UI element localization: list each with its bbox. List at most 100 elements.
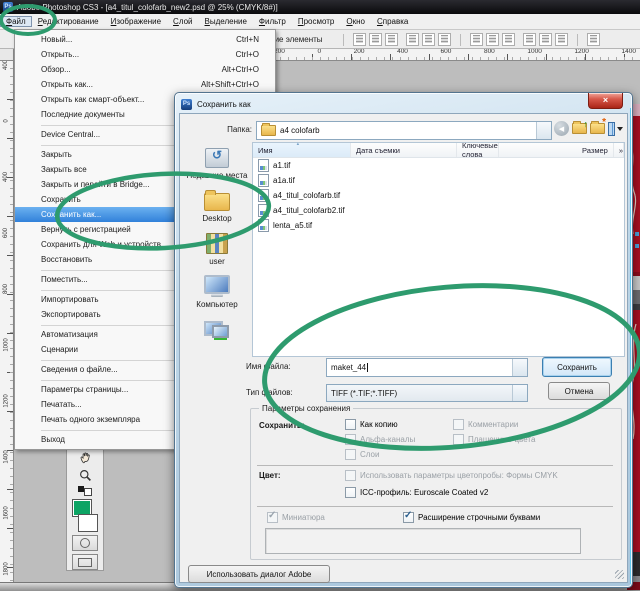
- file-row[interactable]: a1.tif: [253, 158, 624, 173]
- resize-grip[interactable]: [615, 570, 624, 579]
- new-folder-button[interactable]: *: [590, 121, 605, 136]
- places-bar-item[interactable]: Desktop: [202, 189, 231, 223]
- checkbox-row[interactable]: Комментарии: [453, 417, 535, 432]
- file-row[interactable]: a1a.tif: [253, 173, 624, 188]
- vertical-ruler-labels: 400040060080010001200140016001800: [0, 62, 13, 572]
- places-bar-item[interactable]: user: [204, 232, 230, 266]
- options-bar-icon[interactable]: [523, 33, 536, 46]
- options-bar-icon[interactable]: [470, 33, 483, 46]
- folder-dropdown-value: a4 colofarb: [280, 126, 536, 135]
- checkbox-icon: [345, 470, 356, 481]
- chevron-down-icon[interactable]: [512, 385, 527, 401]
- chevron-down-icon[interactable]: [536, 122, 551, 139]
- menu-bar-item[interactable]: Выделение: [199, 16, 253, 27]
- checkbox-icon: [267, 512, 278, 523]
- folder-icon: [261, 125, 276, 136]
- column-header-label: Размер: [582, 146, 608, 155]
- options-bar-icon[interactable]: [539, 33, 552, 46]
- menu-bar-item[interactable]: Справка: [371, 16, 414, 27]
- checkbox-row[interactable]: Альфа-каналы: [345, 432, 415, 447]
- options-bar-icon[interactable]: [502, 33, 515, 46]
- zoom-tool-button[interactable]: [77, 468, 93, 484]
- place-label: Компьютер: [196, 300, 237, 309]
- column-header[interactable]: Имя▴: [253, 143, 351, 157]
- checkbox-row[interactable]: Использовать параметры цветопробы: Формы…: [345, 467, 558, 484]
- ruler-label: 0: [4, 119, 10, 122]
- checkbox-label: Комментарии: [468, 420, 518, 429]
- ruler-label: 600: [3, 228, 9, 238]
- quick-mask-mode-button[interactable]: [72, 535, 98, 551]
- options-bar-icon[interactable]: [555, 33, 568, 46]
- menu-bar-item[interactable]: Просмотр: [292, 16, 341, 27]
- place-label: Desktop: [202, 214, 231, 223]
- menu-item-shortcut: Alt+Ctrl+O: [222, 65, 259, 74]
- column-header[interactable]: Размер: [499, 143, 614, 157]
- file-row[interactable]: a4_titul_colofarb2.tif: [253, 203, 624, 218]
- checkbox-row[interactable]: ICC-профиль: Euroscale Coated v2: [345, 484, 558, 501]
- checkbox-row[interactable]: Миниатюра: [267, 510, 403, 525]
- menu-bar-item[interactable]: Фильтр: [253, 16, 292, 27]
- menu-bar-item[interactable]: Окно: [340, 16, 371, 27]
- folder-dropdown[interactable]: a4 colofarb: [256, 121, 552, 140]
- options-bar-icon[interactable]: [438, 33, 451, 46]
- menu-bar-item[interactable]: Слой: [167, 16, 198, 27]
- file-menu-item[interactable]: Обзор... Alt+Ctrl+O: [15, 62, 275, 77]
- checkbox-row[interactable]: Расширение строчными буквами: [403, 510, 539, 525]
- column-header[interactable]: Ключевые слова: [457, 143, 499, 157]
- save-options-group: Параметры сохранения Сохранить: Как копи…: [250, 408, 622, 560]
- filetype-label: Тип файлов:: [246, 388, 293, 397]
- screen-mode-button[interactable]: [72, 554, 98, 570]
- checkbox-row[interactable]: Плашечные цвета: [453, 432, 535, 447]
- checkbox-label: Альфа-каналы: [360, 435, 415, 444]
- menu-label: лой: [179, 17, 193, 26]
- options-bar-icon[interactable]: [353, 33, 366, 46]
- file-menu-item[interactable]: Открыть как... Alt+Shift+Ctrl+O: [15, 77, 275, 92]
- filename-input[interactable]: maket_44: [326, 358, 528, 377]
- close-button[interactable]: ×: [588, 93, 623, 109]
- checkbox-row[interactable]: Слои: [345, 447, 415, 462]
- column-header-label: Дата съемки: [356, 146, 400, 155]
- save-button[interactable]: Сохранить: [542, 357, 612, 377]
- checkbox-label: Плашечные цвета: [468, 435, 535, 444]
- file-menu-item[interactable]: Новый... Ctrl+N: [15, 32, 275, 47]
- swap-colors-icon[interactable]: [78, 486, 92, 496]
- ruler-corner: [0, 48, 14, 61]
- ruler-label: 400: [3, 172, 9, 182]
- background-color-swatch[interactable]: [78, 514, 98, 532]
- menu-item-label: Открыть...: [41, 50, 228, 59]
- column-header-label: »: [619, 146, 623, 155]
- menu-bar-item[interactable]: Редактирование: [32, 16, 105, 27]
- filetype-dropdown[interactable]: TIFF (*.TIF;*.TIFF): [326, 384, 528, 402]
- places-bar-item[interactable]: [204, 318, 230, 343]
- filename-label: Имя файла:: [246, 362, 291, 371]
- chevron-down-icon[interactable]: [512, 359, 527, 376]
- file-name: a1.tif: [273, 161, 290, 170]
- cancel-button[interactable]: Отмена: [548, 382, 610, 400]
- views-menu-button[interactable]: [608, 121, 623, 136]
- use-adobe-dialog-button[interactable]: Использовать диалог Adobe: [188, 565, 330, 583]
- places-bar-item[interactable]: Недавние места: [187, 146, 248, 180]
- menu-bar-item[interactable]: Файл: [0, 16, 32, 27]
- menu-bar-item[interactable]: Изображение: [105, 16, 167, 27]
- options-bar-icon[interactable]: [369, 33, 382, 46]
- options-bar-icon[interactable]: [385, 33, 398, 46]
- column-header[interactable]: Дата съемки: [351, 143, 457, 157]
- toolbar-separator: [577, 34, 578, 46]
- back-button[interactable]: ◀: [554, 121, 569, 136]
- file-menu-item[interactable]: Открыть... Ctrl+O: [15, 47, 275, 62]
- hand-tool-button[interactable]: [77, 450, 93, 466]
- options-bar-icon[interactable]: [406, 33, 419, 46]
- menu-label: росмотр: [304, 17, 335, 26]
- column-header[interactable]: »: [614, 143, 624, 157]
- checkbox-row[interactable]: Как копию: [345, 417, 415, 432]
- options-bar-icon[interactable]: [587, 33, 600, 46]
- divider: [257, 506, 613, 507]
- color-swatches: [72, 499, 98, 533]
- file-row[interactable]: lenta_a5.tif: [253, 218, 624, 233]
- views-grid-icon: [608, 122, 615, 136]
- file-row[interactable]: a4_titul_colofarb.tif: [253, 188, 624, 203]
- options-bar-icon[interactable]: [422, 33, 435, 46]
- places-bar-item[interactable]: Компьютер: [196, 275, 237, 309]
- options-bar-icon[interactable]: [486, 33, 499, 46]
- up-one-level-button[interactable]: ↑: [572, 121, 587, 136]
